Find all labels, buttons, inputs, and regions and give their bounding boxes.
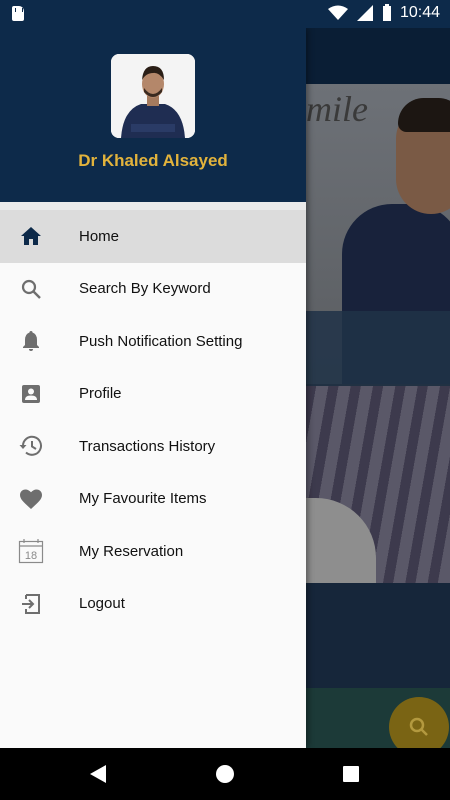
menu-item-logout[interactable]: Logout	[0, 578, 306, 631]
back-button[interactable]	[86, 762, 110, 786]
home-icon	[18, 223, 44, 249]
bell-icon	[18, 328, 44, 354]
menu-item-my-favourite-items[interactable]: My Favourite Items	[0, 473, 306, 526]
logout-icon	[18, 591, 44, 617]
menu-item-label: Profile	[79, 385, 122, 403]
drawer-menu: Home Search By Keyword Push Notification…	[0, 210, 306, 630]
search-icon	[18, 276, 44, 302]
background-app-content: mile	[306, 28, 450, 748]
profile-card-icon	[18, 381, 44, 407]
menu-item-label: Logout	[79, 595, 125, 613]
back-triangle-icon	[90, 765, 106, 783]
recents-button[interactable]	[339, 762, 363, 786]
menu-item-my-reservation[interactable]: 18 My Reservation	[0, 525, 306, 578]
calendar-icon: 18	[18, 538, 44, 564]
navigation-drawer: Dr Khaled Alsayed Home Search By Keyword…	[0, 28, 306, 748]
menu-item-label: My Favourite Items	[79, 490, 207, 508]
menu-item-label: Home	[79, 227, 120, 245]
home-circle-icon	[216, 765, 234, 783]
background-hero-text: mile	[306, 89, 368, 129]
menu-item-label: My Reservation	[79, 542, 184, 560]
menu-item-label: Push Notification Setting	[79, 332, 243, 350]
history-icon	[18, 433, 44, 459]
search-icon	[409, 717, 428, 736]
clock-time: 10:44	[399, 4, 440, 21]
avatar	[111, 54, 195, 138]
battery-icon	[382, 4, 391, 21]
menu-item-search-by-keyword[interactable]: Search By Keyword	[0, 263, 306, 316]
home-button[interactable]	[213, 762, 237, 786]
background-toolbar	[306, 28, 450, 84]
heart-icon	[18, 486, 44, 512]
menu-item-push-notification-setting[interactable]: Push Notification Setting	[0, 315, 306, 368]
status-bar: 10:44	[0, 0, 450, 28]
user-name: Dr Khaled Alsayed	[78, 151, 228, 170]
menu-item-home[interactable]: Home	[0, 210, 306, 263]
recents-square-icon	[343, 766, 359, 782]
sd-card-icon	[12, 6, 24, 21]
system-navigation-bar	[0, 748, 450, 800]
signal-icon	[356, 5, 373, 21]
wifi-icon	[327, 5, 348, 20]
menu-item-label: Search By Keyword	[79, 280, 211, 298]
drawer-header: Dr Khaled Alsayed	[0, 28, 306, 210]
calendar-day: 18	[25, 550, 37, 562]
status-icons: 10:44	[327, 4, 440, 22]
menu-item-label: Transactions History	[79, 437, 216, 455]
menu-item-profile[interactable]: Profile	[0, 368, 306, 421]
menu-item-transactions-history[interactable]: Transactions History	[0, 420, 306, 473]
